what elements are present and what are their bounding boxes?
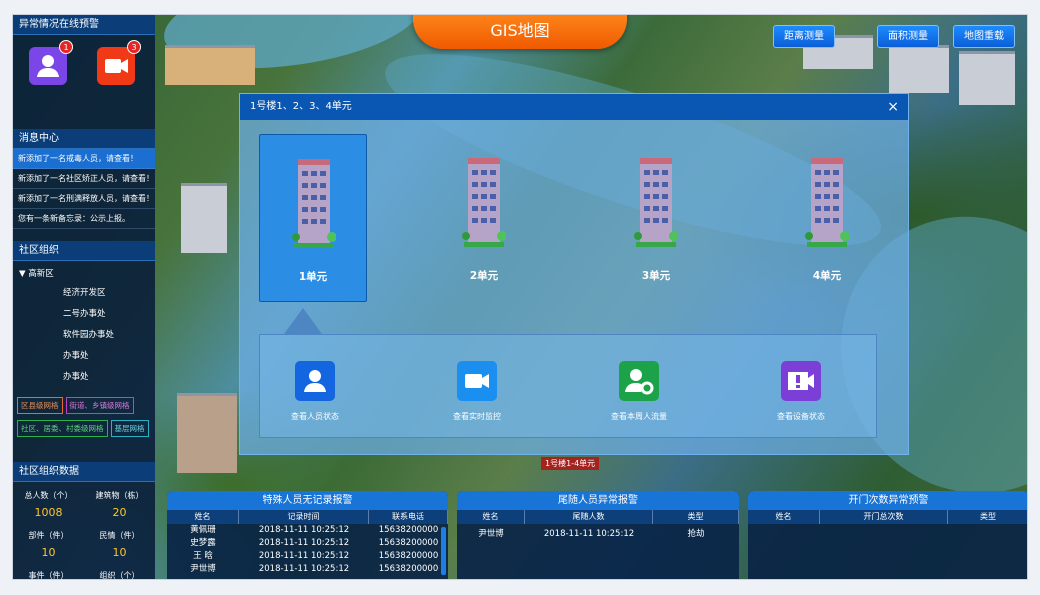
dialog-header: 1号楼1、2、3、4单元 × [240,94,908,120]
unit-label: 3单元 [641,270,671,282]
table-header-row: 姓名 开门总次数 类型 [748,510,1027,524]
grid-level-tag[interactable]: 基层网格 [110,420,149,437]
tree-leaf[interactable]: 办事处 [13,346,155,367]
grid-level-tag[interactable]: 街道、乡镇级网格 [65,397,134,414]
unit-label: 2单元 [469,270,499,282]
door-open-alarm-table: 开门次数异常预警 姓名 开门总次数 类型 [748,491,1027,579]
stat-cell: 总人数（个） 1008 [24,491,73,519]
message-center-header: 消息中心 [13,129,155,149]
table-title: 开门次数异常预警 [748,491,1027,510]
area-measure-button[interactable]: 面积测量 [877,25,939,48]
left-panel: 异常情况在线预警 1 3 消息中心 新添加了一名戒毒人员，请查看！ 新添加了一名… [13,15,155,580]
person-icon [295,361,335,401]
table-scrollbar[interactable] [441,527,446,575]
unit-card-2[interactable]: 2单元 [430,134,538,302]
tree-leaf[interactable]: 办事处 [13,367,155,388]
alert-badge: 3 [127,40,141,54]
table-row[interactable]: 王 晗 2018-11-11 10:25:12 15638200000 [167,550,448,563]
video-camera-icon [457,361,497,401]
dialog-title: 1号楼1、2、3、4单元 [250,101,352,112]
building-units-dialog: 1号楼1、2、3、4单元 × 1单元 2单元 3单元 4单元 查看人员状态 查看… [239,93,909,455]
table-row[interactable]: 尹世博 2018-11-11 10:25:12 15638200000 [167,563,448,576]
building-icon [292,159,336,248]
stat-cell: 事件（件）14 [28,571,69,580]
page-title: GIS地图 [413,15,627,49]
message-item[interactable]: 您有一条新备忘录：公示上报。 [13,209,155,229]
close-icon[interactable]: × [887,94,899,120]
table-title: 尾随人员异常报警 [457,491,739,510]
map-building [165,45,255,85]
stats-grid: 总人数（个） 1008 建筑物（栋） 20 部件（件） 10 民情（件） 10 事件（件… [13,482,155,580]
map-building-label[interactable]: 1号楼1-4单元 [541,457,600,470]
alert-badge: 1 [59,40,73,54]
view-live-monitor-button[interactable]: 查看实时监控 [417,361,537,422]
tree-leaf[interactable]: 经济开发区 [13,283,155,304]
unit-actions-panel: 查看人员状态 查看实时监控 查看本周人流量 查看设备状态 [259,334,877,438]
stat-cell: 民情（件） 10 [99,531,140,559]
tailgating-alarm-table: 尾随人员异常报警 姓名 尾随人数 类型 尹世博 2018-11-11 10:25:… [457,491,739,579]
tree-leaf[interactable]: 二号办事处 [13,304,155,325]
building-icon [462,158,506,247]
building-icon [634,158,678,247]
map-building [181,183,227,253]
org-tree: ▼ 高新区 经济开发区 二号办事处 软件园办事处 办事处 办事处 [13,261,155,388]
tree-root[interactable]: ▼ 高新区 [13,261,155,283]
building-icon [805,158,849,247]
table-header-row: 姓名 尾随人数 类型 [457,510,739,524]
unit-label: 1单元 [298,271,328,283]
map-building [959,51,1015,105]
person-gear-icon [619,361,659,401]
unit-card-1[interactable]: 1单元 [259,134,367,302]
alert-icons: 1 3 [13,35,155,105]
table-header-row: 姓名 记录时间 联系电话 [167,510,448,524]
table-title: 特殊人员无记录报警 [167,491,448,510]
distance-measure-button[interactable]: 距离测量 [773,25,835,48]
special-person-alarm-table: 特殊人员无记录报警 姓名 记录时间 联系电话 黄佩珊 2018-11-11 10:… [167,491,448,579]
stat-cell: 部件（件） 10 [28,531,69,559]
message-item[interactable]: 新添加了一名刑满释放人员，请查看！ [13,189,155,209]
message-item[interactable]: 新添加了一名戒毒人员，请查看！ [13,149,155,169]
video-alert-button[interactable]: 3 [97,40,141,85]
unit-card-3[interactable]: 3单元 [602,134,710,302]
stat-cell: 组织（个）12 [99,571,140,580]
map-building [177,393,237,473]
table-row[interactable]: 史梦露 2018-11-11 10:25:12 15638200000 [167,537,448,550]
grid-level-tag[interactable]: 区县级网格 [17,397,63,414]
table-row[interactable]: 尹世博 2018-11-11 10:25:12 抢劫 [457,528,739,541]
org-header: 社区组织 [13,241,155,261]
gis-map-canvas[interactable]: 异常情况在线预警 1 3 消息中心 新添加了一名戒毒人员，请查看！ 新添加了一名… [12,14,1028,580]
map-building [889,45,949,93]
stat-cell: 建筑物（栋） 20 [95,491,144,519]
view-weekly-traffic-button[interactable]: 查看本周人流量 [579,361,699,422]
selection-pointer [284,308,322,334]
alert-header: 异常情况在线预警 [13,15,155,35]
unit-label: 4单元 [812,270,842,282]
triangle-down-icon: ▼ [19,269,29,279]
alert-screen-icon [781,361,821,401]
map-reload-button[interactable]: 地图重载 [953,25,1015,48]
tree-leaf[interactable]: 软件园办事处 [13,325,155,346]
message-item[interactable]: 新添加了一名社区矫正人员，请查看！ [13,169,155,189]
unit-card-4[interactable]: 4单元 [773,134,881,302]
grid-level-tag[interactable]: 社区、居委、村委级网格 [17,420,108,437]
view-person-status-button[interactable]: 查看人员状态 [255,361,375,422]
view-device-status-button[interactable]: 查看设备状态 [741,361,861,422]
person-alert-button[interactable]: 1 [29,40,73,85]
stats-header: 社区组织数据 [13,462,155,482]
table-row[interactable]: 黄佩珊 2018-11-11 10:25:12 15638200000 [167,524,448,537]
